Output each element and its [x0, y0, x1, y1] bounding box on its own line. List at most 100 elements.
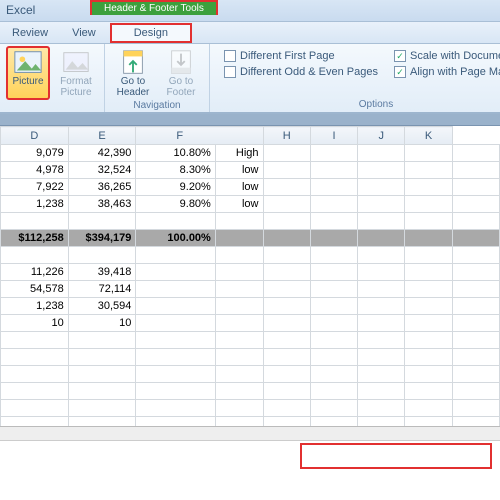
cell[interactable] [310, 332, 357, 349]
table-row[interactable]: 54,57872,114 [1, 281, 500, 298]
cell[interactable] [358, 366, 405, 383]
cell[interactable]: 30,594 [68, 298, 136, 315]
cell[interactable] [452, 298, 499, 315]
align-margins-checkbox[interactable]: ✓ Align with Page Margins [394, 66, 500, 78]
totals-row[interactable]: $112,258 $394,179 100.00% [1, 230, 500, 247]
col-header[interactable]: F [136, 127, 263, 145]
cell[interactable]: 100.00% [136, 230, 215, 247]
cell[interactable] [68, 383, 136, 400]
cell[interactable] [68, 400, 136, 417]
col-header[interactable]: H [263, 127, 310, 145]
cell[interactable] [215, 332, 263, 349]
cell[interactable] [136, 349, 215, 366]
cell[interactable]: 4,978 [1, 162, 69, 179]
diff-first-page-checkbox[interactable]: Different First Page [224, 50, 378, 62]
cell[interactable] [405, 264, 452, 281]
cell[interactable]: 10.80% [136, 145, 215, 162]
cell[interactable] [136, 400, 215, 417]
cell[interactable] [263, 162, 310, 179]
cell[interactable]: 42,390 [68, 145, 136, 162]
tab-design[interactable]: Design [110, 23, 192, 43]
cell[interactable] [263, 281, 310, 298]
cell[interactable] [452, 196, 499, 213]
table-row[interactable]: 1,23830,594 [1, 298, 500, 315]
cell[interactable] [405, 281, 452, 298]
cell[interactable]: 8.30% [136, 162, 215, 179]
cell[interactable] [263, 366, 310, 383]
cell[interactable] [452, 315, 499, 332]
col-header[interactable]: D [1, 127, 69, 145]
picture-button[interactable]: Picture [6, 46, 50, 100]
cell[interactable] [263, 349, 310, 366]
cell[interactable] [1, 332, 69, 349]
cell[interactable] [358, 162, 405, 179]
table-row[interactable] [1, 383, 500, 400]
cell[interactable] [215, 383, 263, 400]
cell[interactable] [310, 162, 357, 179]
cell[interactable]: 9.20% [136, 179, 215, 196]
cell[interactable] [215, 315, 263, 332]
cell[interactable] [263, 400, 310, 417]
cell[interactable] [136, 332, 215, 349]
cell[interactable] [452, 281, 499, 298]
cell[interactable] [136, 264, 215, 281]
footer-section-highlight[interactable] [300, 443, 492, 469]
tab-review[interactable]: Review [0, 24, 60, 42]
cell[interactable] [452, 400, 499, 417]
cell[interactable] [263, 383, 310, 400]
table-row[interactable] [1, 332, 500, 349]
cell[interactable] [136, 383, 215, 400]
table-row[interactable]: 1010 [1, 315, 500, 332]
cell[interactable] [405, 298, 452, 315]
cell[interactable] [263, 332, 310, 349]
table-row[interactable] [1, 349, 500, 366]
cell[interactable]: low [215, 196, 263, 213]
cell[interactable] [215, 400, 263, 417]
cell[interactable] [310, 196, 357, 213]
cell[interactable] [263, 315, 310, 332]
cell[interactable] [405, 162, 452, 179]
cell[interactable] [310, 281, 357, 298]
cell[interactable] [310, 179, 357, 196]
cell[interactable] [310, 383, 357, 400]
cell[interactable]: $394,179 [68, 230, 136, 247]
cell[interactable] [405, 383, 452, 400]
table-row[interactable] [1, 400, 500, 417]
cell[interactable] [452, 145, 499, 162]
goto-footer-button[interactable]: Go to Footer [159, 46, 203, 100]
cell[interactable] [215, 298, 263, 315]
diff-odd-even-checkbox[interactable]: Different Odd & Even Pages [224, 66, 378, 78]
cell[interactable]: 36,265 [68, 179, 136, 196]
cell[interactable] [405, 366, 452, 383]
cell[interactable] [358, 383, 405, 400]
cell[interactable] [358, 145, 405, 162]
cell[interactable]: 39,418 [68, 264, 136, 281]
cell[interactable] [263, 145, 310, 162]
col-header[interactable]: K [405, 127, 452, 145]
cell[interactable]: 72,114 [68, 281, 136, 298]
table-row[interactable]: 4,97832,5248.30%low [1, 162, 500, 179]
cell[interactable] [215, 349, 263, 366]
cell[interactable] [452, 383, 499, 400]
cell[interactable] [263, 179, 310, 196]
cell[interactable] [405, 400, 452, 417]
cell[interactable] [358, 332, 405, 349]
cell[interactable] [405, 315, 452, 332]
cell[interactable] [358, 264, 405, 281]
cell[interactable] [136, 315, 215, 332]
cell[interactable]: 32,524 [68, 162, 136, 179]
cell[interactable] [452, 179, 499, 196]
cell[interactable] [263, 298, 310, 315]
cell[interactable]: 1,238 [1, 298, 69, 315]
cell[interactable]: 11,226 [1, 264, 69, 281]
cell[interactable] [405, 332, 452, 349]
cell[interactable] [452, 162, 499, 179]
cell[interactable] [358, 196, 405, 213]
cell[interactable] [263, 264, 310, 281]
cell[interactable]: 10 [1, 315, 69, 332]
cell[interactable] [405, 145, 452, 162]
col-header[interactable]: I [310, 127, 357, 145]
cell[interactable] [215, 281, 263, 298]
cell[interactable]: 7,922 [1, 179, 69, 196]
cell[interactable] [215, 366, 263, 383]
